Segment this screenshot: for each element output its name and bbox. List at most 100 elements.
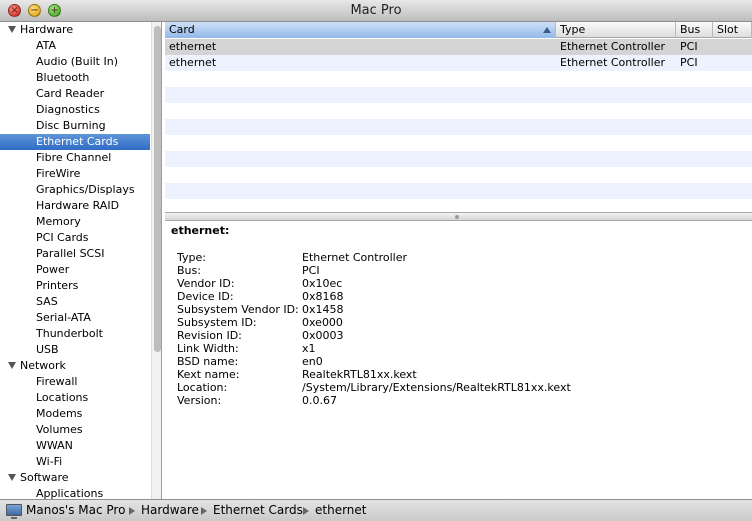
sidebar-item-fibre-channel[interactable]: Fibre Channel	[0, 150, 150, 166]
path-bar: Manos's Mac Pro Hardware Ethernet Cards eth…	[0, 499, 752, 521]
sidebar-item-audio[interactable]: Audio (Built In)	[0, 54, 150, 70]
sidebar-item-label: Bluetooth	[36, 71, 90, 84]
disclosure-triangle-icon[interactable]	[8, 474, 16, 481]
table-row-empty	[165, 151, 752, 167]
sidebar-group-network[interactable]: Network	[0, 358, 150, 374]
property-label: Location:	[177, 381, 228, 394]
sidebar-item-wwan[interactable]: WWAN	[0, 438, 150, 454]
property-value: en0	[302, 355, 323, 368]
sidebar-item-label: Parallel SCSI	[36, 247, 105, 260]
sidebar-item-wi-fi[interactable]: Wi-Fi	[0, 454, 150, 470]
sidebar-item-diagnostics[interactable]: Diagnostics	[0, 102, 150, 118]
column-header-type[interactable]: Type	[556, 22, 676, 38]
sidebar-item-label: Applications	[36, 487, 104, 499]
sidebar-item-serial-ata[interactable]: Serial-ATA	[0, 310, 150, 326]
breadcrumb-separator-icon	[303, 507, 309, 515]
sidebar-group-software[interactable]: Software	[0, 470, 150, 486]
cards-table: Card Type Bus Slot ethernet Ethernet Control…	[165, 22, 752, 215]
sidebar-item-volumes[interactable]: Volumes	[0, 422, 150, 438]
sidebar-group-hardware[interactable]: Hardware	[0, 22, 150, 38]
sidebar-item-bluetooth[interactable]: Bluetooth	[0, 70, 150, 86]
sidebar-item-label: Hardware RAID	[36, 199, 120, 212]
sidebar-item-label: Firewall	[36, 375, 78, 388]
sort-ascending-icon	[543, 27, 551, 33]
sidebar-item-disc-burning[interactable]: Disc Burning	[0, 118, 150, 134]
table-row-empty	[165, 183, 752, 199]
breadcrumb-separator-icon	[129, 507, 135, 515]
sidebar-item-label: Graphics/Displays	[36, 183, 135, 196]
table-cell-type: Ethernet Controller	[560, 56, 665, 69]
sidebar-item-label: WWAN	[36, 439, 73, 452]
property-label: Version:	[177, 394, 222, 407]
column-header-label: Card	[169, 23, 195, 36]
sidebar-item-pci-cards[interactable]: PCI Cards	[0, 230, 150, 246]
detail-title: ethernet:	[171, 224, 230, 237]
sidebar-item-label: Memory	[36, 215, 81, 228]
sidebar-item-label: PCI Cards	[36, 231, 89, 244]
sidebar-item-sas[interactable]: SAS	[0, 294, 150, 310]
sidebar-scroll-thumb[interactable]	[154, 26, 161, 352]
sidebar-item-thunderbolt[interactable]: Thunderbolt	[0, 326, 150, 342]
breadcrumb-item[interactable]: Hardware	[141, 500, 199, 521]
table-row-empty	[165, 103, 752, 119]
sidebar-item-ethernet-cards[interactable]: Ethernet Cards	[0, 134, 150, 150]
sidebar-item-label: Disc Burning	[36, 119, 106, 132]
table-row-empty	[165, 167, 752, 183]
sidebar-item-firewire[interactable]: FireWire	[0, 166, 150, 182]
disclosure-triangle-icon[interactable]	[8, 26, 16, 33]
table-row-empty	[165, 87, 752, 103]
property-label: Type:	[177, 251, 206, 264]
splitter-handle-icon	[455, 215, 459, 219]
sidebar-item-memory[interactable]: Memory	[0, 214, 150, 230]
sidebar-item-ata[interactable]: ATA	[0, 38, 150, 54]
sidebar-item-label: USB	[36, 343, 59, 356]
sidebar-item-label: FireWire	[36, 167, 81, 180]
property-value: 0x8168	[302, 290, 344, 303]
sidebar-item-label: Modems	[36, 407, 83, 420]
column-header-label: Bus	[680, 23, 701, 36]
column-header-slot[interactable]: Slot	[713, 22, 752, 38]
breadcrumb-item[interactable]: Manos's Mac Pro	[26, 500, 125, 521]
sidebar-scrollbar[interactable]	[151, 22, 161, 499]
property-value: /System/Library/Extensions/RealtekRTL81x…	[302, 381, 571, 394]
sidebar-item-printers[interactable]: Printers	[0, 278, 150, 294]
property-value: 0x10ec	[302, 277, 343, 290]
detail-pane: ethernet: Type: Ethernet Controller Bus: PC…	[165, 221, 752, 499]
table-row[interactable]: ethernet Ethernet Controller PCI	[165, 39, 752, 55]
breadcrumb-item[interactable]: ethernet	[315, 500, 367, 521]
sidebar-item-card-reader[interactable]: Card Reader	[0, 86, 150, 102]
sidebar-item-usb[interactable]: USB	[0, 342, 150, 358]
property-label: Device ID:	[177, 290, 234, 303]
sidebar-item-modems[interactable]: Modems	[0, 406, 150, 422]
sidebar-item-power[interactable]: Power	[0, 262, 150, 278]
breadcrumb-item[interactable]: Ethernet Cards	[213, 500, 303, 521]
sidebar-item-locations[interactable]: Locations	[0, 390, 150, 406]
sidebar-item-hardware-raid[interactable]: Hardware RAID	[0, 198, 150, 214]
sidebar-item-label: Power	[36, 263, 70, 276]
sidebar-item-applications[interactable]: Applications	[0, 486, 150, 499]
computer-icon	[6, 504, 22, 519]
property-label: Link Width:	[177, 342, 239, 355]
pane-splitter[interactable]	[165, 212, 752, 221]
property-value: Ethernet Controller	[302, 251, 407, 264]
column-header-label: Type	[560, 23, 586, 36]
table-cell-card: ethernet	[169, 40, 217, 53]
sidebar-item-parallel-scsi[interactable]: Parallel SCSI	[0, 246, 150, 262]
property-label: Bus:	[177, 264, 201, 277]
property-value: 0xe000	[302, 316, 343, 329]
column-header-card[interactable]: Card	[165, 22, 556, 38]
table-row[interactable]: ethernet Ethernet Controller PCI	[165, 55, 752, 71]
sidebar-item-label: SAS	[36, 295, 58, 308]
table-cell-bus: PCI	[680, 56, 698, 69]
column-header-bus[interactable]: Bus	[676, 22, 713, 38]
table-cell-type: Ethernet Controller	[560, 40, 665, 53]
sidebar-item-label: Fibre Channel	[36, 151, 112, 164]
property-value: 0x1458	[302, 303, 344, 316]
sidebar-item-label: Volumes	[36, 423, 83, 436]
sidebar-item-graphics-displays[interactable]: Graphics/Displays	[0, 182, 150, 198]
table-row-empty	[165, 119, 752, 135]
table-cell-card: ethernet	[169, 56, 217, 69]
property-value: RealtekRTL81xx.kext	[302, 368, 417, 381]
sidebar-item-firewall[interactable]: Firewall	[0, 374, 150, 390]
disclosure-triangle-icon[interactable]	[8, 362, 16, 369]
